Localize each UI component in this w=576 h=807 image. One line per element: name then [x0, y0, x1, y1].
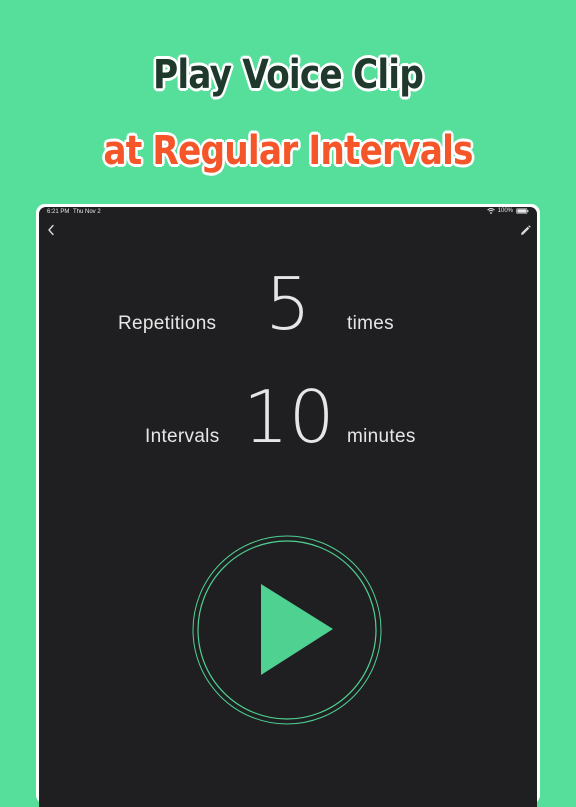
app-screen: 6:21 PM Thu Nov 2 100% Repetitions 5 tim… — [39, 207, 537, 807]
battery-percent: 100% — [497, 208, 513, 214]
play-icon — [261, 584, 333, 675]
battery-icon — [516, 208, 529, 214]
status-bar: 6:21 PM Thu Nov 2 100% — [39, 207, 537, 219]
intervals-unit: minutes — [347, 426, 416, 447]
status-date: Thu Nov 2 — [73, 209, 101, 215]
pencil-icon — [520, 223, 531, 241]
repetitions-value[interactable]: 5 — [257, 268, 319, 340]
edit-button[interactable] — [517, 224, 533, 240]
play-button[interactable] — [191, 534, 383, 726]
status-indicators: 100% — [486, 208, 529, 214]
headline-subtitle: at Regular Intervals — [103, 128, 473, 174]
status-time: 6:21 PM — [47, 209, 70, 215]
intervals-label: Intervals — [145, 426, 220, 447]
chevron-left-icon — [47, 223, 55, 241]
intervals-value[interactable]: 10 — [243, 381, 335, 453]
back-button[interactable] — [43, 224, 59, 240]
repetitions-unit: times — [347, 313, 394, 334]
repetitions-label: Repetitions — [118, 313, 217, 334]
wifi-icon — [486, 208, 495, 214]
headline-title: Play Voice Clip — [153, 52, 424, 98]
